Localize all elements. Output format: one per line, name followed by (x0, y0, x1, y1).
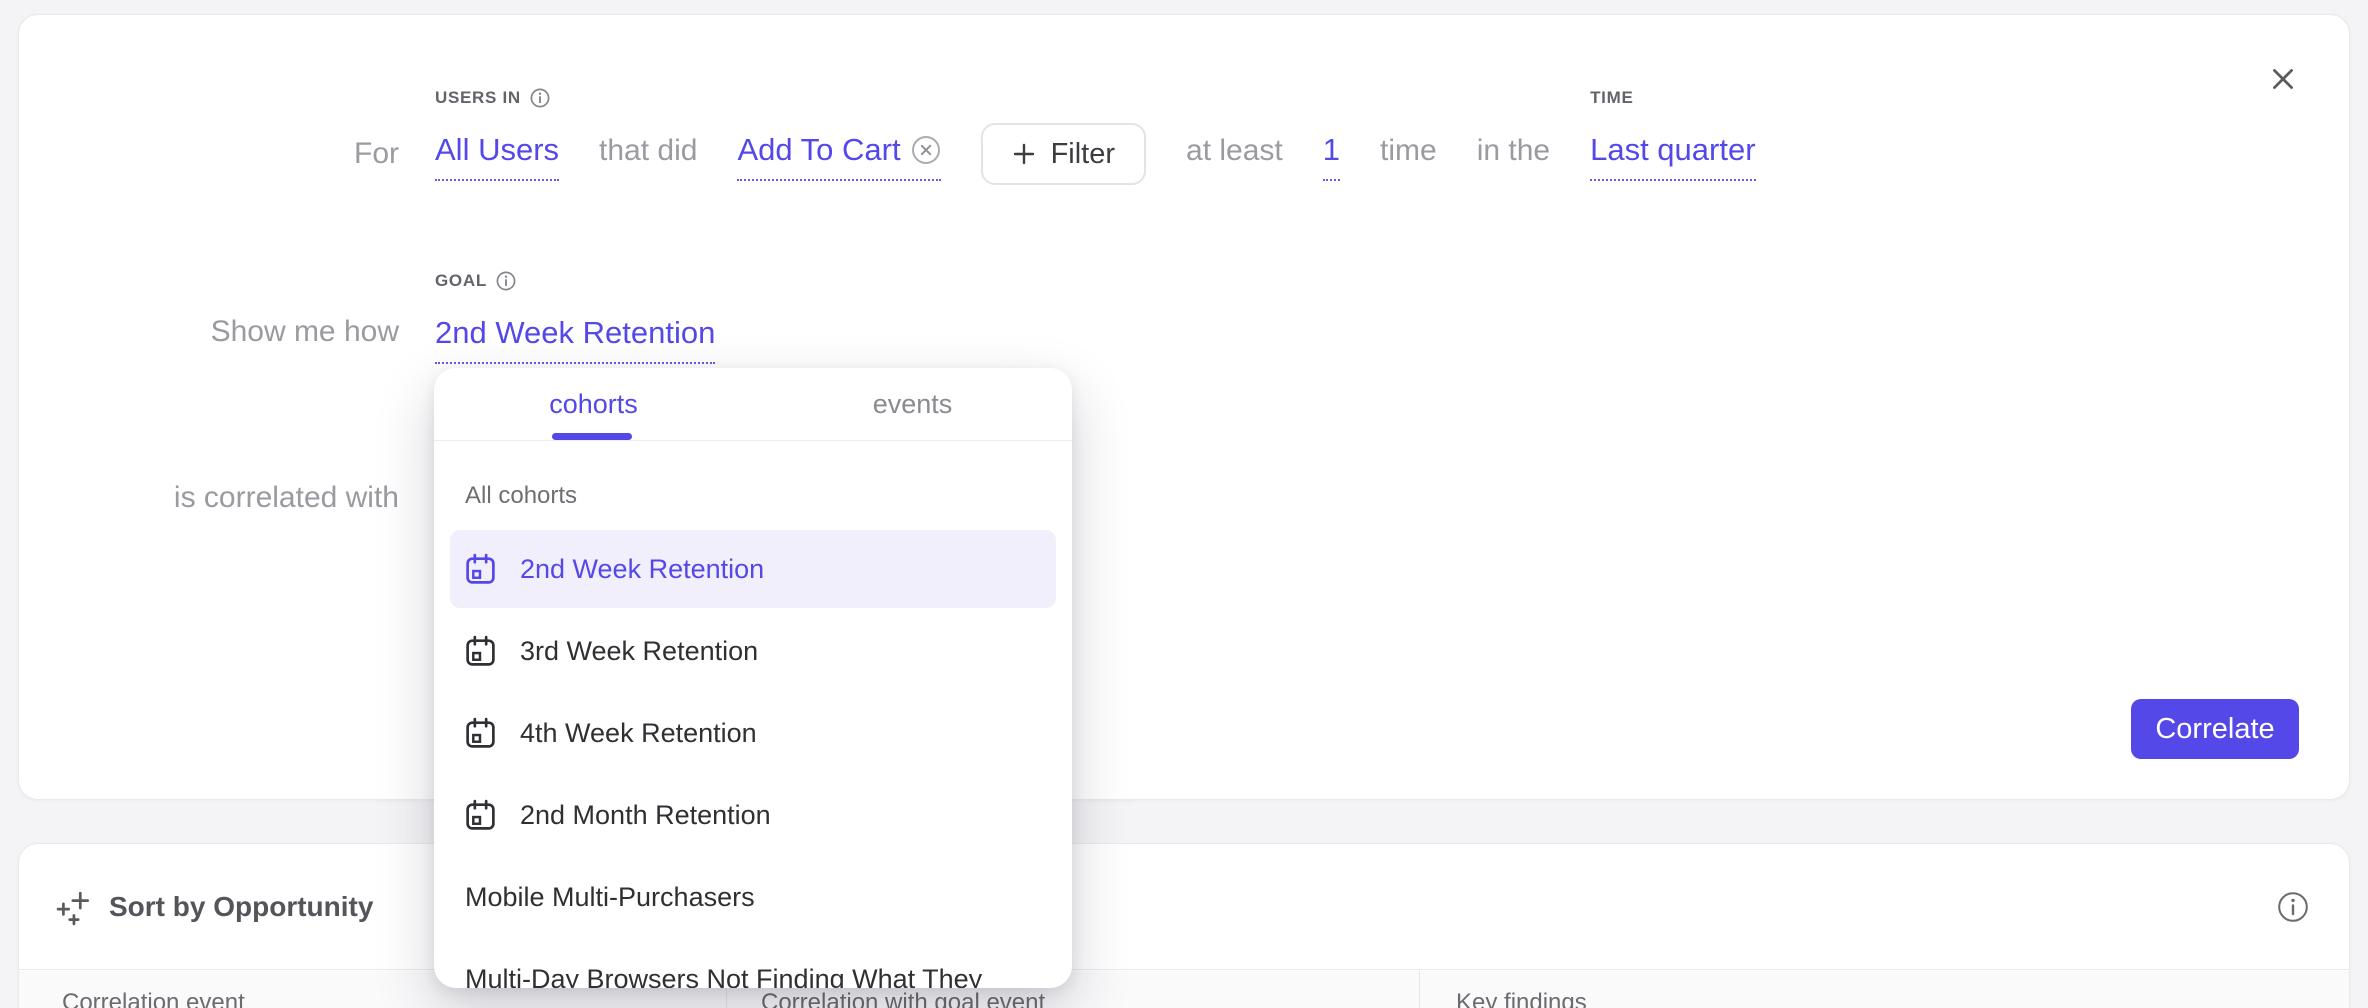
row1-prefix: For (19, 137, 399, 171)
calendar-icon (463, 634, 498, 669)
info-icon (2277, 891, 2309, 923)
cohort-item-label: 2nd Month Retention (520, 800, 771, 831)
count-value[interactable]: 1 (1323, 133, 1340, 181)
users-value[interactable]: All Users (435, 133, 559, 181)
query-builder-card: For Show me how is correlated with USERS… (18, 14, 2350, 800)
that-did-text: that did (599, 135, 697, 167)
results-header-row: Correlation event Correlation with goal e… (19, 971, 2349, 1008)
goal-value[interactable]: 2nd Week Retention (435, 316, 715, 364)
cohort-item[interactable]: Mobile Multi-Purchasers (450, 858, 1056, 936)
cohort-list: 2nd Week Retention 3rd Week Retention 4th … (434, 530, 1072, 988)
goal-picker-dropdown: cohortsevents All cohorts 2nd Week Reten… (434, 368, 1072, 988)
time-label: TIME (1590, 87, 1755, 109)
cohort-item-label: Mobile Multi-Purchasers (465, 882, 755, 913)
cohort-item[interactable]: 2nd Month Retention (450, 776, 1056, 854)
cohort-item[interactable]: 4th Week Retention (450, 694, 1056, 772)
cohort-item[interactable]: Multi-Day Browsers Not Finding What They (450, 940, 1056, 988)
query-row-1: USERS IN All Users that did Add To Cart (435, 87, 1756, 185)
calendar-icon (463, 716, 498, 751)
sort-by-opportunity-control[interactable]: Sort by Opportunity (56, 844, 373, 970)
results-panel: Sort by Opportunity Correlation eventCor… (18, 843, 2350, 1008)
dropdown-tabs: cohortsevents (434, 368, 1072, 441)
tab-cohorts[interactable]: cohorts (434, 368, 753, 440)
sparkle-sort-icon (56, 888, 94, 926)
goal-label-text: GOAL (435, 271, 487, 291)
cohort-item-label: 2nd Week Retention (520, 554, 764, 585)
cohort-item[interactable]: 3rd Week Retention (450, 612, 1056, 690)
info-icon[interactable] (530, 88, 550, 108)
cohort-item[interactable]: 2nd Week Retention (450, 530, 1056, 608)
calendar-icon (463, 552, 498, 587)
in-the-text: in the (1477, 135, 1550, 167)
filter-button-label: Filter (1051, 138, 1115, 171)
column-divider (1419, 971, 1420, 1008)
time-word-text: time (1380, 135, 1437, 167)
info-icon[interactable] (496, 271, 516, 291)
close-icon (2268, 64, 2298, 94)
close-button[interactable] (2266, 62, 2300, 96)
goal-label: GOAL (435, 270, 715, 292)
cohort-item-label: 3rd Week Retention (520, 636, 758, 667)
correlate-button[interactable]: Correlate (2131, 699, 2299, 759)
users-in-label-text: USERS IN (435, 88, 521, 108)
sort-by-opportunity-label: Sort by Opportunity (109, 891, 373, 923)
correlation-analysis-page: For Show me how is correlated with USERS… (0, 0, 2368, 1008)
cohort-item-label: 4th Week Retention (520, 718, 757, 749)
time-range-value[interactable]: Last quarter (1590, 133, 1755, 181)
row3-prefix: is correlated with (19, 481, 399, 515)
time-range-field: TIME Last quarter (1590, 87, 1755, 181)
event-value[interactable]: Add To Cart (737, 133, 940, 181)
add-filter-button[interactable]: Filter (981, 123, 1146, 185)
column-header: Key findings (1456, 989, 1587, 1008)
at-least-text: at least (1186, 135, 1283, 167)
cohorts-section-label: All cohorts (465, 482, 577, 510)
tab-events[interactable]: events (753, 368, 1072, 440)
remove-event-icon[interactable] (911, 135, 941, 165)
column-header: Correlation event (62, 989, 245, 1008)
results-info-button[interactable] (2277, 891, 2309, 923)
results-toolbar: Sort by Opportunity (19, 844, 2349, 970)
row2-prefix: Show me how (19, 315, 399, 349)
users-in-label: USERS IN (435, 87, 559, 109)
goal-field: GOAL 2nd Week Retention (435, 270, 715, 364)
calendar-icon (463, 798, 498, 833)
users-in-field: USERS IN All Users (435, 87, 559, 181)
active-tab-indicator (552, 433, 632, 440)
event-field: Add To Cart (737, 87, 940, 181)
cohort-item-label: Multi-Day Browsers Not Finding What They (465, 964, 982, 989)
plus-icon (1012, 142, 1036, 166)
event-value-text: Add To Cart (737, 133, 900, 167)
column-header: Correlation with goal event (761, 989, 1045, 1008)
